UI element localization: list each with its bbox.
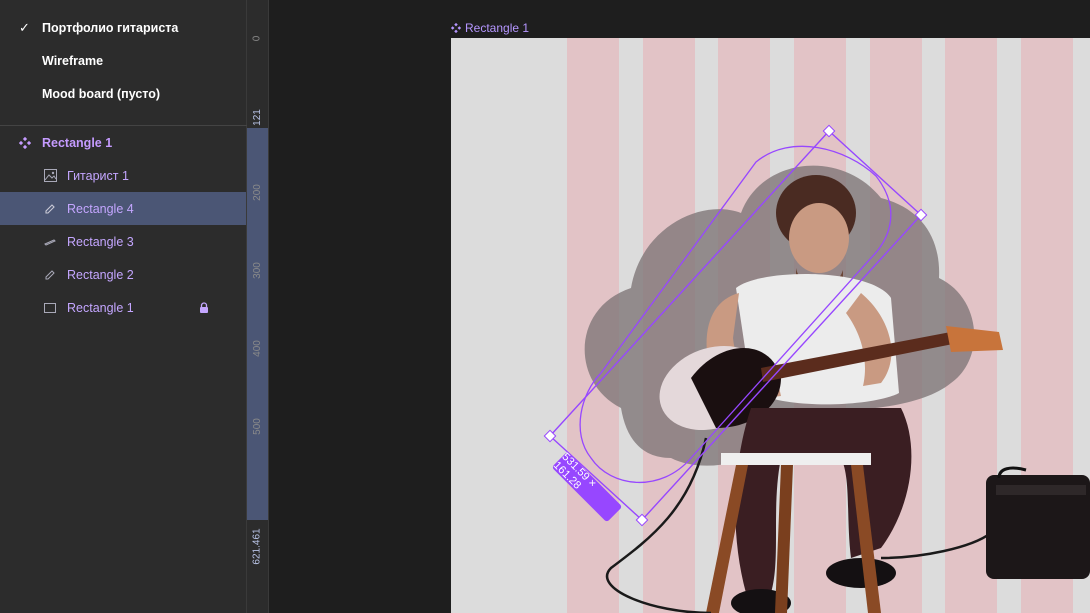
- ruler-tick-selection-start: 121: [251, 108, 263, 126]
- page-label: Портфолио гитариста: [42, 20, 179, 35]
- pen-icon: [43, 268, 57, 282]
- layers-panel: ✓ Портфолио гитариста Wireframe Mood boa…: [0, 0, 247, 613]
- layer-item-rectangle-2[interactable]: Rectangle 2: [0, 258, 246, 291]
- layer-item-guitarist[interactable]: Гитарист 1: [0, 159, 246, 192]
- rectangle-icon: [43, 301, 57, 315]
- artboard[interactable]: [451, 38, 1090, 613]
- pen-icon: [43, 235, 57, 249]
- ruler-tick: 400: [251, 339, 263, 357]
- layer-item-frame-rectangle-1[interactable]: Rectangle 1: [0, 126, 246, 159]
- page-item-portfolio[interactable]: ✓ Портфолио гитариста: [0, 11, 247, 44]
- ruler-tick: 300: [251, 261, 263, 279]
- layer-label: Гитарист 1: [67, 168, 129, 183]
- layer-label: Rectangle 3: [67, 234, 134, 249]
- layer-label: Rectangle 1: [67, 300, 134, 315]
- layer-label: Rectangle 2: [67, 267, 134, 282]
- layer-item-rectangle-4[interactable]: Rectangle 4: [0, 192, 246, 225]
- artwork-layer: [543, 124, 1090, 613]
- ruler-tick: 0: [251, 35, 263, 41]
- layer-item-rectangle-3[interactable]: Rectangle 3: [0, 225, 246, 258]
- page-label: Mood board (пусто): [42, 86, 161, 101]
- lock-icon[interactable]: [199, 301, 211, 314]
- pen-icon: [43, 202, 57, 216]
- layer-item-rectangle-1[interactable]: Rectangle 1: [0, 291, 246, 324]
- frame-label[interactable]: Rectangle 1: [451, 21, 529, 35]
- frame-label-text: Rectangle 1: [465, 21, 530, 35]
- page-item-wireframe[interactable]: Wireframe: [0, 44, 247, 77]
- vertical-ruler[interactable]: 0 121 200 300 400 500 621.461: [247, 0, 269, 613]
- ruler-tick: 200: [251, 183, 263, 201]
- image-icon: [43, 169, 57, 183]
- layer-label: Rectangle 1: [42, 135, 113, 150]
- page-label: Wireframe: [42, 53, 104, 68]
- page-item-mood-board[interactable]: Mood board (пусто): [0, 77, 247, 110]
- ruler-tick-selection-end: 621.461: [251, 527, 263, 565]
- check-icon: ✓: [19, 19, 30, 35]
- ruler-tick: 500: [251, 417, 263, 435]
- frame-icon: [18, 136, 32, 150]
- frame-icon: [451, 23, 461, 33]
- layer-label: Rectangle 4: [67, 201, 134, 216]
